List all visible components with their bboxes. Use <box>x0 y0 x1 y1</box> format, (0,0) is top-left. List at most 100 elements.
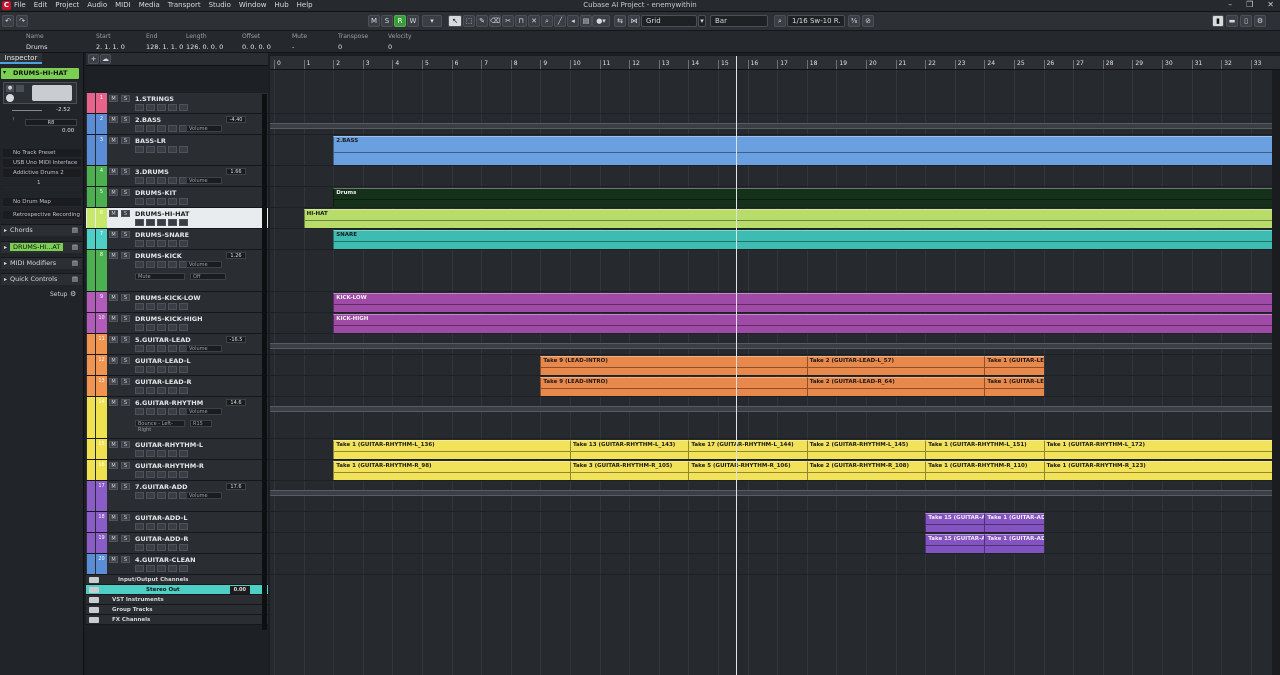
inspector-line-4[interactable]: No Drum Map <box>3 198 81 207</box>
monitor-icon[interactable] <box>146 450 155 457</box>
inspector-section-1[interactable]: ▸ DRUMS-HI...AT ▤ <box>1 241 82 253</box>
track-name[interactable]: 2.BASS <box>135 116 161 124</box>
monitor-icon[interactable] <box>146 565 155 572</box>
record-icon[interactable] <box>135 324 144 331</box>
automation-mode-icon[interactable]: ▾ <box>422 15 442 27</box>
inspector-track-name[interactable]: DRUMS-HI-HAT <box>1 68 79 79</box>
event-part[interactable]: Take 1 (GUITAR-RHYTHM-R_98) <box>333 461 570 480</box>
track-solo-button[interactable]: S <box>121 535 130 542</box>
edit-icon[interactable] <box>157 523 166 530</box>
minimize-button[interactable]: – <box>1228 0 1232 9</box>
event-part[interactable]: Take 2 (GUITAR-RHYTHM-L_145) <box>806 440 926 459</box>
record-icon[interactable] <box>135 104 144 111</box>
track-mute-button[interactable]: M <box>109 535 118 542</box>
track-mute-button[interactable]: M <box>109 462 118 469</box>
inspector-line-5[interactable]: Retrospective Recording <box>3 211 81 220</box>
track-volume-value[interactable]: 1.66 <box>226 168 246 175</box>
quantize-icon[interactable]: ⌕ <box>774 15 786 27</box>
track-mute-button[interactable]: M <box>109 116 118 123</box>
track-row[interactable]: 11 M S 5.GUITAR-LEAD Volume -16.5 <box>86 334 268 355</box>
inspector-section-3[interactable]: ▸ Quick Controls ▤ <box>1 273 82 285</box>
glue-icon[interactable]: ⊓ <box>515 15 527 27</box>
track-mute-button[interactable]: M <box>109 399 118 406</box>
read-icon[interactable] <box>168 146 177 153</box>
expand-icon[interactable]: ▸ <box>4 258 7 269</box>
track-solo-button[interactable]: S <box>121 514 130 521</box>
inspector-line-1[interactable]: USB Uno MIDI Interface <box>3 159 81 168</box>
track-mute-button[interactable]: M <box>109 231 118 238</box>
track-name[interactable]: DRUMS-SNARE <box>135 231 189 239</box>
edit-icon[interactable] <box>157 324 166 331</box>
monitor-icon[interactable] <box>146 219 155 226</box>
expand-icon[interactable]: ▸ <box>4 242 7 253</box>
folder-track[interactable]: Input/Output Channels <box>86 575 268 585</box>
track-name[interactable]: DRUMS-KICK-LOW <box>135 294 201 302</box>
read-icon[interactable] <box>168 565 177 572</box>
track-solo-button[interactable]: S <box>121 137 130 144</box>
track-name[interactable]: GUITAR-LEAD-L <box>135 357 191 365</box>
record-icon[interactable] <box>135 219 144 226</box>
edit-icon[interactable] <box>157 261 166 268</box>
edit-icon[interactable] <box>157 450 166 457</box>
inspector-section-0[interactable]: ▸ Chords ▤ <box>1 224 82 236</box>
track-name[interactable]: GUITAR-ADD-R <box>135 535 188 543</box>
track-row[interactable]: 15 M S GUITAR-RHYTHM-L <box>86 439 268 460</box>
track-mute-button[interactable]: M <box>109 315 118 322</box>
record-icon[interactable] <box>135 345 144 352</box>
read-icon[interactable] <box>168 523 177 530</box>
track-volume-slider[interactable]: Volume <box>186 408 222 415</box>
read-icon[interactable] <box>168 450 177 457</box>
inspector-line-2[interactable]: Addictive Drums 2 <box>3 169 81 178</box>
track-row[interactable]: 6 M S DRUMS-HI-HAT <box>86 208 268 229</box>
event-part[interactable]: Take 13 (GUITAR-RHYTHM-L_143) <box>570 440 689 459</box>
read-icon[interactable] <box>168 261 177 268</box>
track-name[interactable]: DRUMS-KIT <box>135 189 176 197</box>
mute-tool-icon[interactable]: ✕ <box>528 15 540 27</box>
record-icon[interactable] <box>135 492 144 499</box>
track-mute-button[interactable]: M <box>109 168 118 175</box>
track-solo-button[interactable]: S <box>121 168 130 175</box>
color-picker-icon[interactable]: ●▾ <box>592 15 610 27</box>
mute-all-button[interactable]: M <box>368 15 380 27</box>
read-icon[interactable] <box>168 387 177 394</box>
eraser-icon[interactable]: ⌫ <box>489 15 501 27</box>
monitor-icon[interactable] <box>146 523 155 530</box>
event-part[interactable]: Take 17 (GUITAR-RHYTHM-L_144) <box>688 440 807 459</box>
event-part[interactable]: Take 9 (LEAD-INTRO) <box>540 356 807 375</box>
write-icon[interactable] <box>179 565 188 572</box>
monitor-icon[interactable] <box>146 125 155 132</box>
folder-track[interactable]: FX Channels <box>86 615 268 625</box>
volume-slider[interactable] <box>12 110 42 111</box>
track-volume-value[interactable]: 17.6 <box>226 483 246 490</box>
record-icon[interactable] <box>135 408 144 415</box>
track-volume-slider[interactable]: Volume <box>186 125 222 132</box>
event-part[interactable]: HI-HAT <box>303 209 1280 228</box>
redo-icon[interactable]: ↷ <box>16 15 28 27</box>
write-icon[interactable] <box>179 387 188 394</box>
monitor-icon[interactable] <box>146 104 155 111</box>
track-solo-button[interactable]: S <box>121 556 130 563</box>
monitor-icon[interactable] <box>146 324 155 331</box>
read-icon[interactable] <box>168 345 177 352</box>
track-name[interactable]: GUITAR-RHYTHM-L <box>135 441 203 449</box>
track-volume-value[interactable]: 14.6 <box>226 399 246 406</box>
track-mute-button[interactable]: M <box>109 189 118 196</box>
record-icon[interactable] <box>135 523 144 530</box>
info-transpose-value[interactable]: 0 <box>338 43 342 51</box>
edit-icon[interactable] <box>157 303 166 310</box>
track-volume-slider[interactable]: Volume <box>186 345 222 352</box>
track-icon[interactable]: ▤ <box>72 242 78 253</box>
track-name[interactable]: 4.GUITAR-CLEAN <box>135 556 196 564</box>
record-icon[interactable] <box>135 366 144 373</box>
right-zone-icon[interactable]: ▯ <box>1240 15 1252 27</box>
track-name[interactable]: 5.GUITAR-LEAD <box>135 336 191 344</box>
track-volume-slider[interactable]: Volume <box>186 492 222 499</box>
range-icon[interactable]: ⬚ <box>463 15 475 27</box>
read-icon[interactable] <box>168 125 177 132</box>
read-icon[interactable] <box>168 408 177 415</box>
track-solo-button[interactable]: S <box>121 116 130 123</box>
write-icon[interactable] <box>179 324 188 331</box>
track-presets-icon[interactable]: ☁ <box>100 54 111 64</box>
track-name[interactable]: GUITAR-ADD-L <box>135 514 187 522</box>
write-icon[interactable] <box>179 523 188 530</box>
